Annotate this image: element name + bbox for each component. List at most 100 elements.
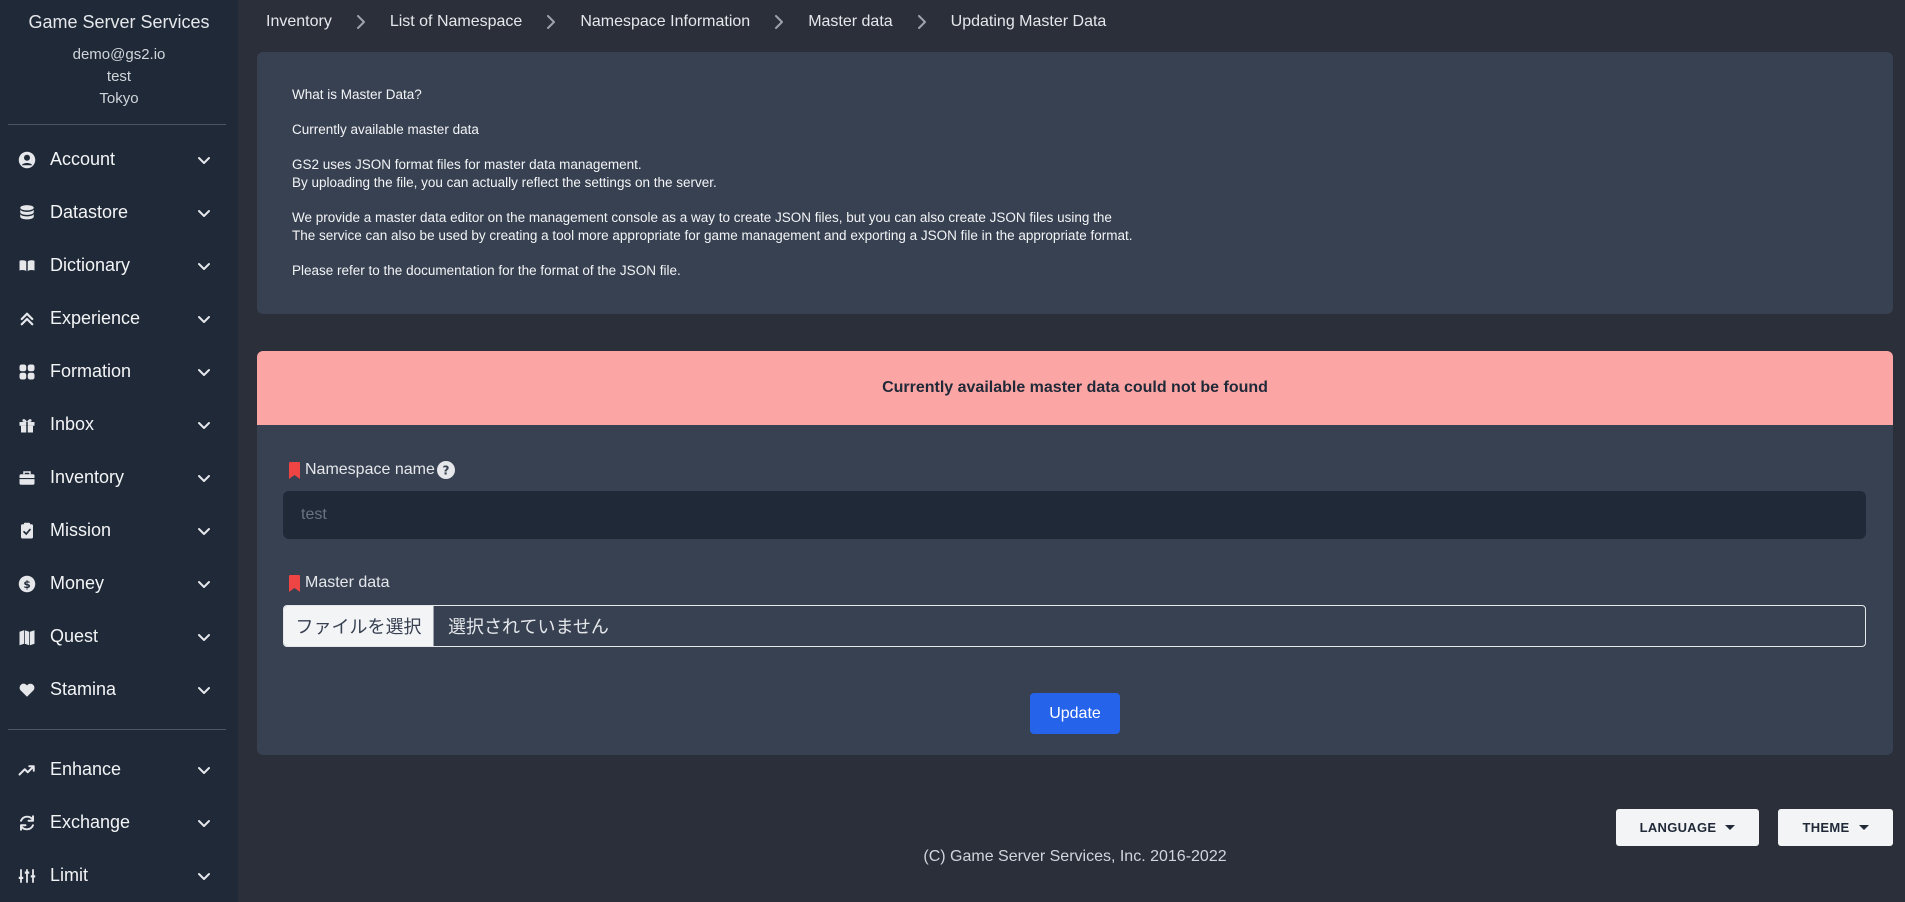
briefcase-icon: [18, 469, 36, 487]
master-data-field-label: Master data: [289, 574, 389, 592]
sidebar-item-account[interactable]: Account: [0, 133, 238, 186]
breadcrumb-namespace-info[interactable]: Namespace Information: [580, 13, 750, 31]
sidebar: Game Server Services demo@gs2.io test To…: [0, 0, 238, 902]
language-dropdown[interactable]: LANGUAGE: [1616, 809, 1759, 846]
help-icon[interactable]: ?: [436, 461, 455, 479]
refresh-icon: [18, 814, 36, 832]
trending-up-icon: [18, 761, 36, 779]
alert-message: Currently available master data could no…: [882, 379, 1268, 396]
caret-down-icon: [1725, 825, 1736, 830]
sidebar-item-label: Money: [50, 573, 105, 593]
sidebar-item-datastore[interactable]: Datastore: [0, 186, 238, 239]
info-panel: What is Master Data? Currently available…: [257, 52, 1893, 314]
dollar-circle-icon: $: [18, 575, 36, 593]
chevron-down-icon: [198, 262, 210, 270]
info-heading: What is Master Data?: [292, 87, 422, 102]
sidebar-item-label: Datastore: [50, 202, 129, 222]
sidebar-item-label: Enhance: [50, 759, 122, 779]
sidebar-item-dictionary[interactable]: Dictionary: [0, 239, 238, 292]
sidebar-item-label: Inventory: [50, 467, 125, 487]
chevron-down-icon: [198, 209, 210, 217]
sidebar-item-label: Account: [50, 149, 116, 169]
chevron-down-icon: [198, 474, 210, 482]
chevron-down-icon: [198, 580, 210, 588]
chevron-down-icon: [198, 527, 210, 535]
sidebar-header: Game Server Services demo@gs2.io test To…: [0, 0, 238, 110]
update-button[interactable]: Update: [1030, 693, 1120, 734]
chevron-down-icon: [198, 633, 210, 641]
sidebar-item-label: Inbox: [50, 414, 95, 434]
breadcrumb: Inventory List of Namespace Namespace In…: [266, 0, 1106, 43]
chevron-down-icon: [198, 315, 210, 323]
sidebar-item-label: Exchange: [50, 812, 131, 832]
chevron-right-icon: [547, 14, 556, 29]
breadcrumb-inventory[interactable]: Inventory: [266, 13, 332, 31]
info-text: By uploading the file, you can actually …: [292, 175, 717, 190]
database-icon: [18, 204, 36, 222]
theme-dropdown[interactable]: THEME: [1778, 809, 1893, 846]
sidebar-item-inventory[interactable]: Inventory: [0, 451, 238, 504]
chevron-down-icon: [198, 686, 210, 694]
sidebar-item-label: Mission: [50, 520, 112, 540]
caret-down-icon: [1858, 825, 1869, 830]
book-open-icon: [18, 257, 36, 275]
sidebar-item-label: Experience: [50, 308, 141, 328]
file-status: 選択されていません: [448, 617, 609, 637]
language-label: LANGUAGE: [1639, 820, 1717, 835]
sidebar-item-label: Limit: [50, 865, 89, 885]
sidebar-item-stamina[interactable]: Stamina: [0, 663, 238, 716]
svg-text:$: $: [23, 578, 30, 590]
sidebar-item-quest[interactable]: Quest: [0, 610, 238, 663]
region-name: Tokyo: [99, 90, 139, 107]
breadcrumb-current: Updating Master Data: [950, 12, 1107, 30]
update-form: Namespace name ? Master data ファイルを選択 選択さ…: [257, 425, 1893, 755]
sidebar-item-money[interactable]: $ Money: [0, 557, 238, 610]
bookmark-icon: [289, 574, 300, 592]
chevrons-up-icon: [18, 310, 36, 328]
namespace-label: Namespace name: [305, 461, 435, 478]
user-circle-icon: [18, 151, 36, 169]
info-text: Please refer to the documentation for th…: [292, 263, 681, 278]
sidebar-item-label: Formation: [50, 361, 132, 381]
sidebar-item-experience[interactable]: Experience: [0, 292, 238, 345]
namespace-field-label: Namespace name ?: [289, 461, 455, 479]
chevron-down-icon: [198, 368, 210, 376]
breadcrumb-master-data[interactable]: Master data: [808, 13, 892, 31]
info-text: We provide a master data editor on the m…: [292, 210, 1112, 225]
map-icon: [18, 628, 36, 646]
chevron-right-icon: [356, 14, 365, 29]
heart-icon: [18, 681, 36, 699]
master-data-label: Master data: [305, 574, 390, 591]
sidebar-item-mission[interactable]: Mission: [0, 504, 238, 557]
chevron-down-icon: [198, 766, 210, 774]
grid-icon: [18, 363, 36, 381]
svg-text:?: ?: [442, 464, 449, 478]
sidebar-item-label: Quest: [50, 626, 99, 646]
chevron-down-icon: [198, 421, 210, 429]
app-title: Game Server Services: [28, 12, 210, 32]
chevron-down-icon: [198, 156, 210, 164]
copyright: (C) Game Server Services, Inc. 2016-2022: [923, 848, 1227, 865]
breadcrumb-namespace-list[interactable]: List of Namespace: [390, 13, 523, 31]
sidebar-item-label: Dictionary: [50, 255, 131, 275]
sidebar-item-exchange[interactable]: Exchange: [0, 796, 238, 849]
bookmark-icon: [289, 461, 300, 479]
sidebar-item-limit[interactable]: Limit: [0, 849, 238, 902]
project-name: test: [106, 68, 132, 85]
sidebar-item-enhance[interactable]: Enhance: [0, 743, 238, 796]
sidebar-item-formation[interactable]: Formation: [0, 345, 238, 398]
file-input[interactable]: ファイルを選択 選択されていません: [283, 605, 1866, 647]
gift-icon: [18, 416, 36, 434]
choose-file-button[interactable]: ファイルを選択: [284, 606, 434, 646]
chevron-down-icon: [198, 819, 210, 827]
chevron-right-icon: [775, 14, 784, 29]
clipboard-check-icon: [18, 522, 36, 540]
info-current: Currently available master data: [292, 122, 479, 137]
sliders-icon: [18, 867, 36, 885]
error-alert: Currently available master data could no…: [257, 351, 1893, 425]
user-email: demo@gs2.io: [72, 46, 166, 63]
namespace-input[interactable]: [283, 491, 1866, 539]
sidebar-item-inbox[interactable]: Inbox: [0, 398, 238, 451]
info-text: GS2 uses JSON format files for master da…: [292, 157, 642, 172]
chevron-down-icon: [198, 872, 210, 880]
